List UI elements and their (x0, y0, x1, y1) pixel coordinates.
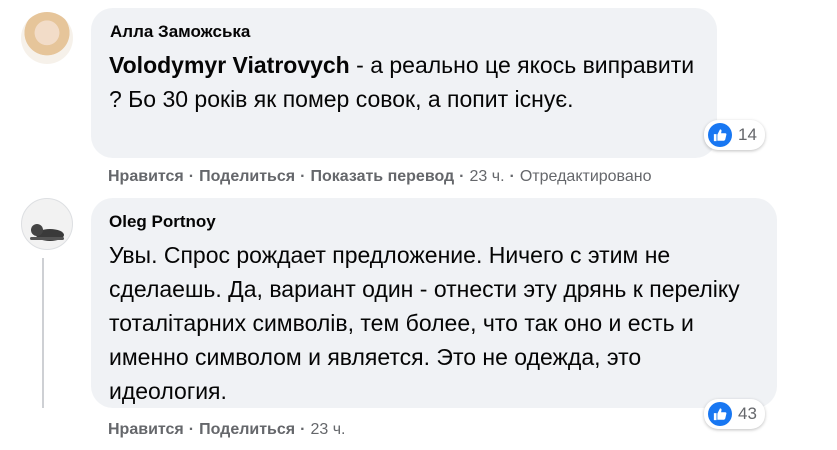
reaction-count: 14 (738, 125, 757, 144)
comment-actions: Нравится · Поделиться · Показать перевод… (108, 168, 652, 186)
comment-bubble: Oleg Portnoy Увы. Спрос рождает предложе… (91, 198, 777, 408)
comment-bubble: Алла Заможська Volodymyr Viatrovych - а … (91, 8, 717, 158)
separator: · (459, 168, 465, 185)
comment-body: Увы. Спрос рождает предложение. Ничего с… (109, 242, 740, 404)
comment-actions: Нравится · Поделиться · 23 ч. (108, 421, 345, 439)
like-button[interactable]: Нравится (108, 168, 184, 186)
separator: · (300, 168, 306, 185)
reply-thread-line (42, 258, 44, 408)
separator: · (188, 421, 195, 438)
reaction-summary[interactable]: 43 (704, 399, 765, 429)
translate-button[interactable]: Показать перевод (310, 168, 454, 186)
dog-avatar-icon (30, 224, 64, 241)
like-icon (708, 123, 732, 147)
like-icon (708, 402, 732, 426)
like-button[interactable]: Нравится (108, 421, 184, 439)
avatar[interactable] (21, 12, 73, 64)
comment-author[interactable]: Oleg Portnoy (109, 212, 759, 232)
edited-label[interactable]: Отредактировано (520, 168, 652, 186)
comment-author[interactable]: Алла Заможська (110, 22, 699, 42)
reaction-count: 43 (738, 404, 757, 423)
timestamp[interactable]: 23 ч. (470, 168, 505, 186)
separator: · (509, 168, 515, 185)
comment-text: Volodymyr Viatrovych - а реально це якос… (109, 48, 699, 116)
reaction-summary[interactable]: 14 (704, 120, 765, 150)
avatar[interactable] (21, 198, 73, 250)
separator: · (300, 421, 306, 438)
share-button[interactable]: Поделиться (199, 168, 295, 186)
separator: · (188, 168, 195, 185)
share-button[interactable]: Поделиться (199, 421, 295, 439)
mention-link[interactable]: Volodymyr Viatrovych (109, 52, 350, 78)
timestamp[interactable]: 23 ч. (310, 421, 345, 439)
